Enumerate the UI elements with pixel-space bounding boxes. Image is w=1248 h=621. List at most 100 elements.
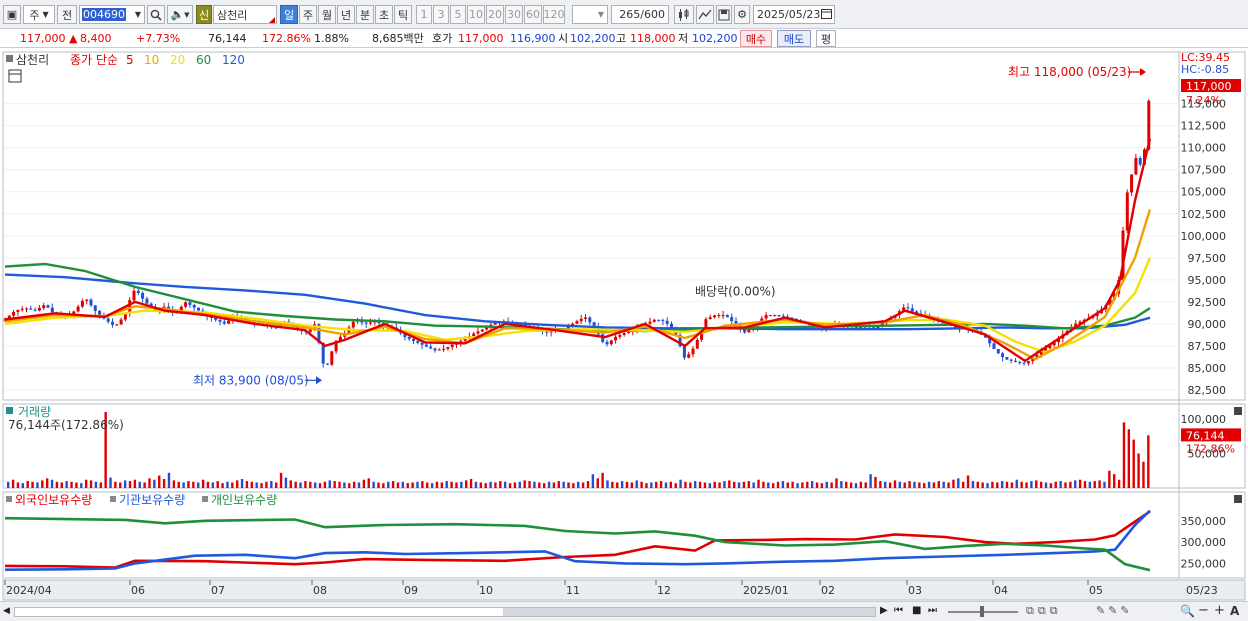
volume-bar — [70, 481, 73, 488]
candle-body — [442, 348, 446, 350]
volume-bar — [1083, 481, 1087, 488]
candle-body — [46, 305, 50, 308]
interval-dropdown[interactable]: ▼ — [572, 5, 608, 24]
buy-button[interactable]: 매수 — [740, 30, 772, 47]
volume-bar — [830, 482, 833, 488]
interval-button-60[interactable]: 60 — [524, 5, 542, 24]
volume-bar — [1122, 422, 1126, 488]
window-menu-icon[interactable]: ▣ — [3, 5, 21, 24]
save-icon[interactable] — [716, 5, 732, 24]
interval-button-1[interactable]: 1 — [416, 5, 432, 24]
volume-bar — [411, 482, 414, 488]
holding-tick-label: 350,000 — [1181, 515, 1227, 528]
data-count-field[interactable]: 265/600 — [611, 5, 669, 24]
volume-bar — [455, 482, 458, 488]
interval-button-30[interactable]: 30 — [505, 5, 523, 24]
market-select[interactable]: 주 ▼ — [23, 5, 55, 24]
zoom-slider-handle[interactable] — [980, 606, 984, 617]
volume-bar — [489, 481, 492, 488]
zoom-slider[interactable] — [948, 606, 1018, 617]
corner-marker-icon — [269, 17, 275, 23]
rewind-icon[interactable]: ⏮ — [894, 605, 903, 616]
draw-tools-icon[interactable]: ✎✎✎ — [1096, 604, 1133, 617]
volume-bar — [479, 482, 483, 488]
scroll-left-icon[interactable]: ◀ — [3, 606, 10, 616]
stock-code-input[interactable]: 004690 ▼ — [79, 5, 145, 24]
search-icon[interactable] — [147, 5, 165, 24]
fast-forward-icon[interactable]: ⏭ — [928, 605, 937, 616]
zoom-out-icon[interactable]: − — [1198, 603, 1209, 618]
period-tab-3[interactable]: 년 — [337, 5, 355, 24]
volume-bar — [21, 483, 25, 488]
date-input[interactable]: 2025/05/23 — [753, 5, 835, 24]
candle-body — [657, 319, 661, 321]
chevron-down-icon: ▼ — [134, 10, 141, 19]
interval-button-10[interactable]: 10 — [467, 5, 485, 24]
gear-icon[interactable]: ⚙ — [734, 5, 750, 24]
speaker-icon[interactable]: 🔈 ▼ — [167, 5, 193, 24]
volume-bar — [996, 482, 999, 488]
volume-bar — [294, 481, 297, 488]
volume-bar — [898, 481, 902, 488]
candle-body — [12, 311, 16, 316]
candle-body — [115, 324, 119, 326]
candle-body — [614, 336, 618, 341]
volume-bar — [323, 481, 327, 488]
volume-bar — [893, 480, 897, 488]
new-listing-badge[interactable]: 신 — [196, 5, 212, 24]
period-tab-5[interactable]: 초 — [375, 5, 393, 24]
volume-bar — [620, 481, 624, 488]
scroll-right-icon[interactable]: ▶ — [880, 605, 888, 616]
volume-bar — [689, 482, 692, 488]
period-tab-2[interactable]: 월 — [318, 5, 336, 24]
candle-settings-icon[interactable] — [674, 5, 694, 24]
volume-bar — [645, 483, 648, 488]
candle-body — [351, 321, 355, 328]
zoom-in-icon[interactable]: + — [1214, 603, 1225, 618]
period-tab-6[interactable]: 틱 — [394, 5, 412, 24]
font-size-icon[interactable]: A — [1230, 604, 1239, 618]
candle-body — [708, 317, 712, 320]
volume-bar — [338, 481, 341, 488]
high-price: 118,000 — [630, 32, 676, 45]
period-tab-4[interactable]: 분 — [356, 5, 374, 24]
volume-bar — [1020, 481, 1023, 488]
interval-button-5[interactable]: 5 — [450, 5, 466, 24]
volume-bar — [503, 481, 507, 488]
stop-icon[interactable]: ■ — [912, 605, 921, 616]
period-tab-0[interactable]: 일 — [280, 5, 298, 24]
x-axis-frame — [2, 579, 1246, 601]
volume-bar — [182, 482, 185, 488]
candle-body — [218, 319, 222, 322]
stock-name-field[interactable]: 삼천리 — [213, 5, 277, 24]
candle-body — [1001, 353, 1005, 358]
zoom-search-icon[interactable]: 🔍 — [1180, 604, 1195, 618]
volume-bar — [377, 482, 380, 488]
interval-button-20[interactable]: 20 — [486, 5, 504, 24]
volume-bar — [840, 481, 843, 488]
volume-bar — [952, 479, 955, 488]
layout-tools-icon[interactable]: ⧉⧉⧉ — [1026, 604, 1062, 618]
period-tab-1[interactable]: 주 — [299, 5, 317, 24]
prev-button[interactable]: 전 — [57, 5, 77, 24]
stock-chart[interactable]: 115,000112,500110,000107,500105,000102,5… — [0, 48, 1248, 601]
interval-button-120[interactable]: 120 — [543, 5, 565, 24]
drawing-tool-icon[interactable] — [696, 5, 714, 24]
horizontal-scrollbar[interactable] — [14, 607, 876, 617]
open-price: 102,200 — [570, 32, 616, 45]
sell-button[interactable]: 매도 — [777, 30, 811, 47]
candle-body — [476, 331, 480, 334]
interval-button-3[interactable]: 3 — [433, 5, 449, 24]
candle-body — [197, 307, 200, 311]
volume-bar — [138, 481, 141, 488]
candle-body — [141, 293, 145, 299]
volume-bar — [45, 478, 49, 488]
last-price-pct: 7.24% — [1186, 94, 1221, 107]
hc-label: HC:-0.85 — [1181, 63, 1229, 76]
volume-bar — [927, 481, 931, 488]
chart-bottom-toolbar: ◀ ▶ ⏮ ■ ⏭ ⧉⧉⧉ ✎✎✎ 🔍 − + A — [0, 601, 1248, 621]
evaluate-button[interactable]: 평 — [816, 30, 836, 47]
volume-bar — [884, 481, 887, 488]
scrollbar-thumb[interactable] — [503, 608, 875, 616]
calendar-icon[interactable] — [821, 8, 832, 22]
